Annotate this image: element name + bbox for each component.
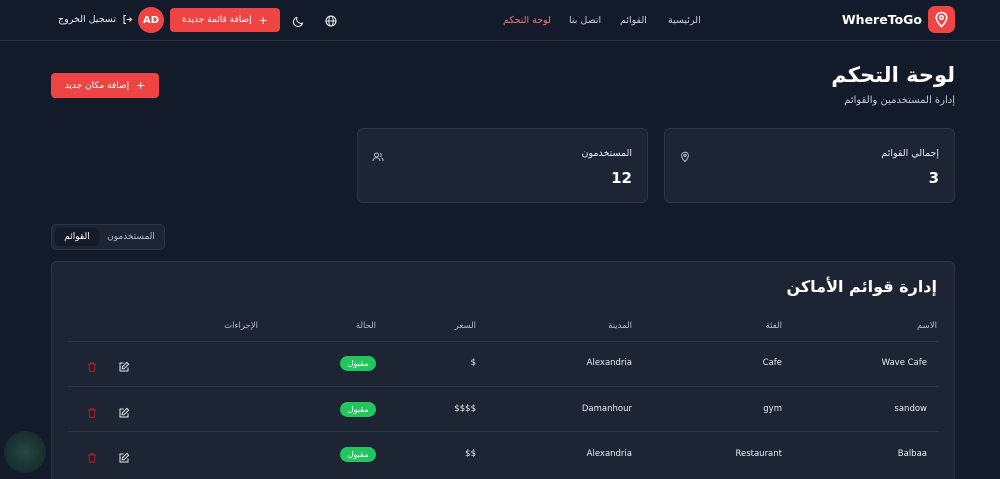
cell-price: $$$$ [454,404,476,414]
cell-category: Cafe [762,358,782,368]
column-header-city: المدينة [608,321,632,331]
row-divider [68,386,939,387]
status-badge: مقبول [340,356,376,371]
cell-name: Wave Cafe [881,358,927,368]
map-pin-icon [935,11,948,28]
nav-link-home[interactable]: الرئيسية [668,15,701,26]
column-header-price: السعر [454,321,476,331]
globe-icon [325,15,337,27]
column-header-status: الحالة [355,321,376,331]
language-toggle[interactable] [324,13,338,27]
avatar[interactable]: AD [138,7,164,33]
page-subtitle: إدارة المستخدمين والقوائم [844,95,955,106]
brand-name[interactable]: WhereToGo [842,12,922,27]
edit-icon [119,407,130,418]
nav-link-lists[interactable]: القوائم [620,15,647,26]
row-divider [68,431,939,432]
theme-toggle[interactable] [292,13,306,28]
table-title: إدارة قوائم الأماكن [786,277,937,296]
cell-name: Balbaa [897,449,927,459]
trash-icon [88,362,96,372]
stat-card-users: المستخدمون 12 [357,128,648,203]
column-header-actions: الإجراءات [224,321,258,331]
logout-button[interactable]: تسجيل الخروج [58,14,133,25]
cell-category: gym [763,404,782,414]
logout-icon [123,14,133,25]
cell-price: $$ [465,449,476,459]
stat-label: المستخدمون [581,148,632,159]
nav-link-contact[interactable]: اتصل بنا [569,15,601,26]
tab-lists[interactable]: القوائم [55,228,99,246]
add-place-label: إضافة مكان جديد [64,80,130,91]
edit-button[interactable] [118,404,130,418]
users-icon [372,148,384,162]
cell-city: Alexandria [586,358,632,368]
cell-category: Restaurant [735,449,782,459]
column-header-category: الفئة [765,321,782,331]
stat-value: 3 [928,169,939,187]
status-badge: مقبول [340,447,376,462]
tab-users[interactable]: المستخدمون [101,228,161,246]
page-title: لوحة التحكم [831,63,955,87]
cell-name: sandow [894,404,927,414]
stat-value: 12 [611,169,632,187]
edit-button[interactable] [118,449,130,463]
column-header-name: الاسم [917,321,937,331]
cell-price: $ [470,358,476,368]
delete-button[interactable] [86,449,98,463]
map-pin-icon [679,148,691,163]
stat-label: إجمالي القوائم [881,148,939,159]
add-list-button[interactable]: + إضافة قائمة جديدة [170,8,280,32]
cell-city: Alexandria [586,449,632,459]
edit-icon [119,361,130,372]
edit-button[interactable] [118,358,130,372]
trash-icon [88,408,96,418]
cell-city: Damanhour [581,404,632,414]
trash-icon [88,453,96,463]
row-divider [68,341,939,342]
add-list-label: إضافة قائمة جديدة [182,15,252,25]
edit-icon [119,452,130,463]
nav-link-dashboard[interactable]: لوحة التحكم [503,15,551,26]
status-badge: مقبول [340,402,376,417]
stat-card-lists: إجمالي القوائم 3 [664,128,955,203]
add-place-button[interactable]: + إضافة مكان جديد [51,73,159,98]
top-navbar: WhereToGo الرئيسية القوائم اتصل بنا لوحة… [0,0,1000,41]
brand-logo[interactable] [928,6,955,33]
lists-table-panel: إدارة قوائم الأماكن الاسم الفئة المدينة … [51,261,955,479]
logout-label: تسجيل الخروج [58,14,116,25]
watermark-logo [4,431,46,473]
view-tabs: القوائم المستخدمون [51,224,165,250]
moon-icon [292,16,304,28]
delete-button[interactable] [86,404,98,418]
delete-button[interactable] [86,358,98,372]
plus-icon: + [258,13,268,27]
plus-icon: + [136,79,146,92]
